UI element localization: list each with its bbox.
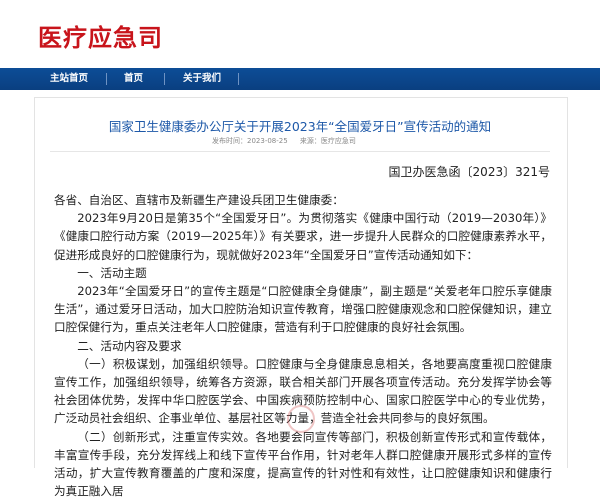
- article-meta: 发布时间：2023-08-25 来源：医疗应急司: [212, 136, 366, 146]
- section-heading: 一、活动主题: [77, 265, 147, 280]
- salutation: 各省、自治区、直辖市及新疆生产建设兵团卫生健康委：: [54, 193, 344, 207]
- site-header: 医疗应急司: [0, 0, 600, 68]
- publish-label: 发布时间：: [212, 137, 247, 145]
- body-paragraph: 2023年“全国爱牙日”的宣传主题是“口腔健康全身健康”，副主题是“关爱老年口腔…: [54, 284, 552, 335]
- article-body: 各省、自治区、直辖市及新疆生产建设兵团卫生健康委： 2023年9月20日是第35…: [54, 191, 552, 500]
- nav-separator: [238, 73, 239, 85]
- publish-date: 2023-08-25: [247, 137, 288, 145]
- nav-item-about[interactable]: 关于我们: [183, 68, 221, 90]
- nav-separator: [106, 73, 107, 85]
- nav-item-home[interactable]: 首页: [124, 68, 143, 90]
- title-divider: [50, 151, 550, 152]
- nav-item-main-home[interactable]: 主站首页: [50, 68, 88, 90]
- site-logo[interactable]: 医疗应急司: [38, 18, 163, 53]
- publish-time: 发布时间：2023-08-25: [212, 137, 288, 145]
- article-title: 国家卫生健康委办公厅关于开展2023年“全国爱牙日”宣传活动的通知: [108, 119, 492, 134]
- document-number: 国卫办医急函〔2023〕321号: [388, 165, 550, 179]
- main-nav: 主站首页 首页 关于我们: [0, 68, 600, 90]
- watermark-icon: [287, 405, 315, 433]
- section-heading: 二、活动内容及要求: [77, 338, 182, 353]
- article-source: 来源：医疗应急司: [300, 137, 356, 145]
- source-value: 医疗应急司: [320, 137, 356, 145]
- source-label: 来源：: [299, 137, 321, 145]
- nav-separator: [164, 73, 165, 85]
- body-paragraph: 2023年9月20日是第35个“全国爱牙日”。为贯彻落实《健康中国行动（2019…: [54, 211, 552, 262]
- body-paragraph: （二）创新形式，注重宣传实效。各地要会同宣传等部门，积极创新宣传形式和宣传载体，…: [54, 429, 552, 499]
